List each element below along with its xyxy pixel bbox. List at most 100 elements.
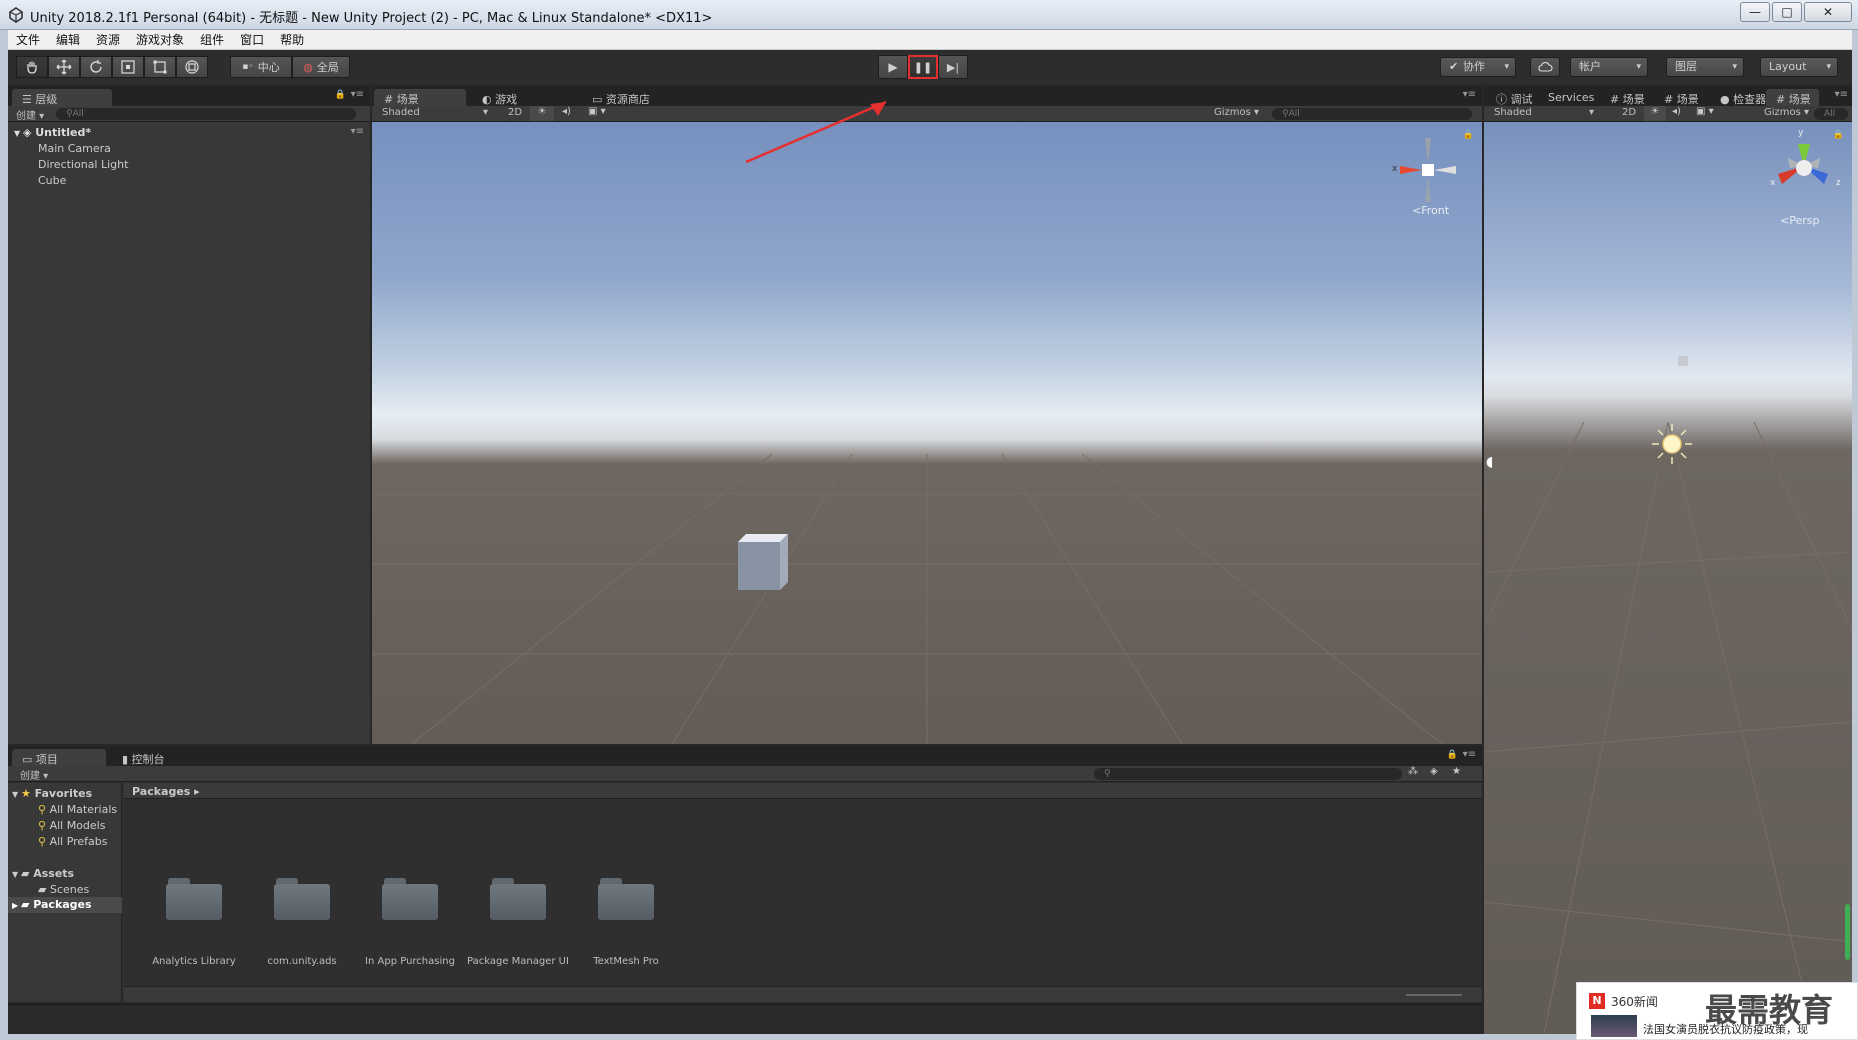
panel-menu-icon[interactable]: ▾≡ [1463, 89, 1476, 100]
hand-tool-button[interactable] [16, 56, 48, 78]
play-button[interactable]: ▶ [878, 55, 908, 79]
folder-package-manager-ui[interactable] [490, 876, 546, 920]
scrollbar-thumb[interactable] [1845, 904, 1850, 960]
gizmos-dropdown[interactable]: Gizmos ▾ [1214, 107, 1259, 118]
sun-light-icon[interactable] [1650, 422, 1694, 466]
audio-toggle-icon[interactable]: ◂) [1672, 106, 1681, 117]
lighting-toggle-icon[interactable]: ☀ [530, 106, 554, 121]
menu-assets[interactable]: 资源 [88, 31, 128, 48]
favorite-star-icon[interactable]: ★ [1452, 766, 1461, 777]
tab-scene-3[interactable]: # 场景 [1654, 89, 1707, 106]
scene-viewport-persp[interactable]: ◖ y x z <Persp 🔒 [1484, 122, 1852, 1034]
effects-dropdown-icon[interactable]: ▣ ▾ [588, 106, 606, 117]
scene-root[interactable]: ▼ ◈ Untitled* [14, 126, 91, 139]
favorite-all-materials[interactable]: ⚲ All Materials [38, 803, 117, 816]
gizmos-dropdown[interactable]: Gizmos ▾ [1764, 107, 1809, 118]
audio-toggle-icon[interactable]: ◂) [562, 106, 571, 117]
menu-file[interactable]: 文件 [8, 31, 48, 48]
layout-dropdown[interactable]: Layout [1760, 57, 1838, 77]
menu-component[interactable]: 组件 [192, 31, 232, 48]
tab-game[interactable]: ◐ 游戏 [472, 89, 525, 106]
view-label[interactable]: <Persp [1780, 214, 1819, 227]
favorites-section[interactable]: ▼ ★ Favorites [12, 787, 92, 800]
scene-menu-icon[interactable]: ▾≡ [351, 126, 364, 137]
tab-services[interactable]: Services [1538, 89, 1602, 106]
effects-dropdown-icon[interactable]: ▣ ▾ [1696, 106, 1714, 117]
shading-mode-dropdown[interactable]: Shaded ▾ [1494, 107, 1598, 118]
news-ad-popup[interactable]: N 360新闻 最需教育 法国女演员脱衣抗议防疫政策，现 [1576, 982, 1858, 1040]
scene-grid-icon: # [1776, 93, 1786, 106]
favorite-all-prefabs[interactable]: ⚲ All Prefabs [38, 835, 108, 848]
minimize-button[interactable]: — [1740, 2, 1770, 22]
tab-scene-4[interactable]: # 场景 [1766, 89, 1819, 106]
packages-folder[interactable]: ▶ ▰ Packages [8, 897, 122, 913]
collab-dropdown[interactable]: ✔ 协作 [1440, 57, 1516, 77]
shading-mode-dropdown[interactable]: Shaded ▾ [382, 107, 492, 118]
panel-menu-icon[interactable]: ▾≡ [351, 89, 364, 100]
folder-analytics-library[interactable] [166, 876, 222, 920]
unity-scene-icon: ◈ [22, 126, 36, 139]
create-dropdown[interactable]: 创建 ▾ [16, 107, 44, 122]
camera-icon[interactable]: ◖ [1486, 454, 1493, 470]
2d-toggle[interactable]: 2D [1622, 107, 1636, 118]
project-search-input[interactable]: ⚲ [1094, 768, 1402, 780]
scene-search-input[interactable]: All [1814, 108, 1848, 120]
create-dropdown[interactable]: 创建 ▾ [20, 767, 48, 782]
assets-folder[interactable]: ▼ ▰ Assets [12, 867, 74, 880]
hierarchy-item-cube[interactable]: Cube [38, 174, 66, 187]
close-button[interactable]: ✕ [1804, 2, 1852, 22]
move-tool-button[interactable] [48, 56, 80, 78]
rotate-tool-button[interactable] [80, 56, 112, 78]
transform-tool-button[interactable] [176, 56, 208, 78]
view-label[interactable]: <Front [1412, 204, 1449, 217]
tab-console[interactable]: ▮ 控制台 [112, 749, 173, 766]
scene-search-input[interactable]: ⚲All [1272, 108, 1472, 120]
tab-asset-store[interactable]: ▭ 资源商店 [582, 89, 658, 106]
hierarchy-item-main-camera[interactable]: Main Camera [38, 142, 111, 155]
2d-toggle[interactable]: 2D [508, 107, 522, 118]
tab-project[interactable]: ▭ 项目 [12, 749, 106, 766]
pivot-center-button[interactable]: ▪◦ 中心 [230, 56, 292, 78]
folder-in-app-purchasing[interactable] [382, 876, 438, 920]
tab-scene-2[interactable]: # 场景 [1600, 89, 1653, 106]
orientation-gizmo-icon[interactable] [1392, 134, 1464, 206]
lighting-toggle-icon[interactable]: ☀ [1644, 106, 1666, 121]
expand-arrow-icon: ▼ [14, 129, 23, 138]
rect-tool-icon [153, 60, 167, 74]
cloud-button[interactable] [1530, 57, 1560, 77]
menu-window[interactable]: 窗口 [232, 31, 272, 48]
scenes-folder[interactable]: ▰ Scenes [38, 883, 89, 896]
favorite-all-models[interactable]: ⚲ All Models [38, 819, 105, 832]
filter-type-icon[interactable]: ⁂ [1408, 766, 1418, 777]
menu-edit[interactable]: 编辑 [48, 31, 88, 48]
breadcrumb-packages[interactable]: Packages ▸ [132, 785, 200, 798]
zoom-slider[interactable] [1406, 994, 1462, 996]
hierarchy-search-input[interactable]: ⚲All [56, 108, 356, 120]
ad-headline[interactable]: 法国女演员脱衣抗议防疫政策，现 [1643, 1021, 1808, 1037]
scene-viewport[interactable]: x <Front 🔒 [372, 122, 1482, 744]
cube-object[interactable] [736, 532, 800, 596]
folder-textmesh-pro[interactable] [598, 876, 654, 920]
pause-button[interactable]: ❚❚ [908, 55, 938, 79]
step-button[interactable]: ▶| [938, 55, 968, 79]
orientation-gizmo-icon[interactable] [1766, 132, 1842, 202]
title-bar: Unity 2018.2.1f1 Personal (64bit) - 无标题 … [0, 0, 1858, 30]
tab-debug[interactable]: ⓘ 调试 [1486, 89, 1541, 106]
cube-object[interactable] [1678, 356, 1688, 366]
panel-menu-icon[interactable]: ▾≡ [1835, 89, 1848, 100]
hierarchy-item-directional-light[interactable]: Directional Light [38, 158, 128, 171]
maximize-button[interactable]: □ [1772, 2, 1802, 22]
folder-com-unity-ads[interactable] [274, 876, 330, 920]
account-dropdown[interactable]: 帐户 [1570, 57, 1648, 77]
tab-hierarchy[interactable]: ☰ 层级 [12, 89, 112, 106]
tab-inspector[interactable]: ● 检查器 [1710, 89, 1774, 106]
filter-label-icon[interactable]: ◈ [1430, 766, 1438, 777]
scale-tool-button[interactable] [112, 56, 144, 78]
menu-help[interactable]: 帮助 [272, 31, 312, 48]
layers-dropdown[interactable]: 图层 [1666, 57, 1744, 77]
tab-scene[interactable]: # 场景 [374, 89, 466, 106]
menu-gameobject[interactable]: 游戏对象 [128, 31, 192, 48]
rect-tool-button[interactable] [144, 56, 176, 78]
pivot-global-button[interactable]: ◍ 全局 [292, 56, 350, 78]
panel-menu-icon[interactable]: ▾≡ [1463, 749, 1476, 760]
